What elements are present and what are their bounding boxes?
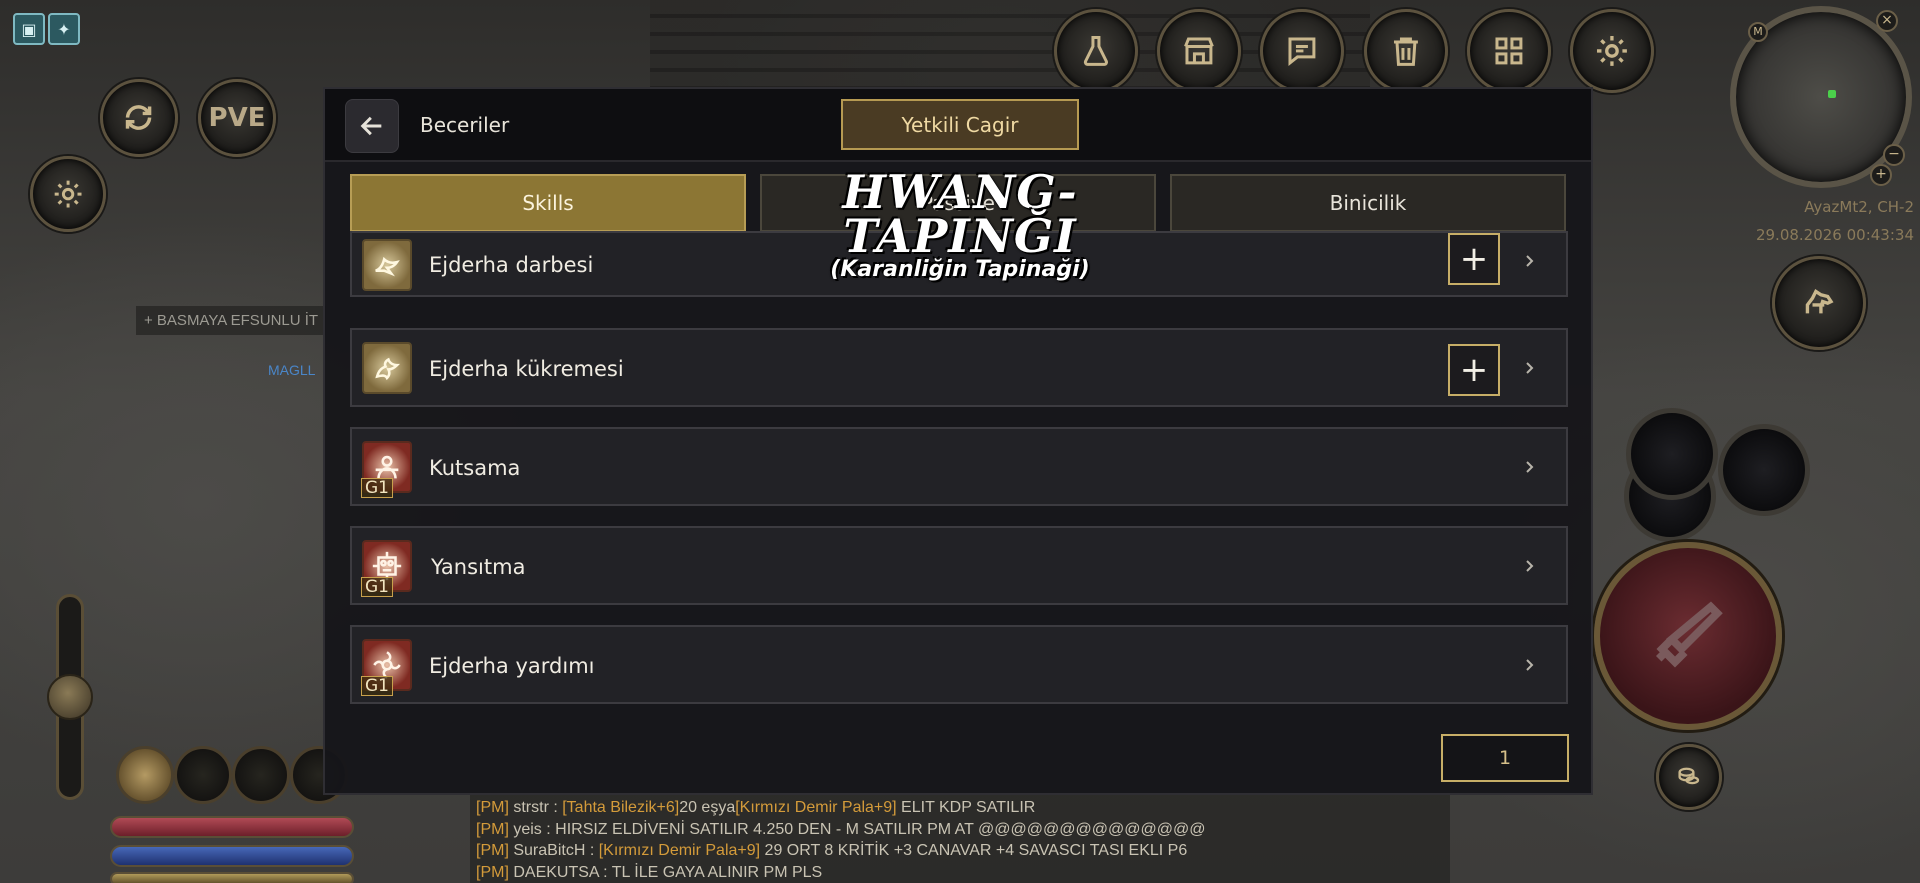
minimap-mode-button[interactable]: M xyxy=(1748,22,1768,42)
skill-upgrade-button[interactable]: + xyxy=(1448,344,1500,396)
skill-name: Ejderha kükremesi xyxy=(429,357,624,381)
tab-skills[interactable]: Skills xyxy=(350,174,746,232)
quick-slot-3[interactable] xyxy=(232,746,290,804)
chat-button[interactable] xyxy=(1260,9,1344,93)
coins-icon xyxy=(1678,767,1700,785)
side-notice-text: + BASMAYA EFSUNLU İT xyxy=(136,306,327,335)
chat-log: [PM] strstr : [Tahta Bilezik+6]20 eşya[K… xyxy=(470,795,1450,883)
quick-slot-2[interactable] xyxy=(174,746,232,804)
trash-button[interactable] xyxy=(1364,9,1448,93)
chevron-right-icon[interactable] xyxy=(1522,455,1538,479)
camera-zoom-slider-knob[interactable] xyxy=(47,674,93,720)
quick-slot-1[interactable] xyxy=(116,746,174,804)
skill-grade-badge: G1 xyxy=(361,577,393,597)
chevron-right-icon[interactable] xyxy=(1522,356,1538,380)
mp-bar xyxy=(110,845,354,867)
character-status-icon[interactable]: ✦ xyxy=(48,13,80,45)
skill-upgrade-button[interactable]: + xyxy=(1448,233,1500,285)
pve-toggle-button[interactable]: PVE xyxy=(198,79,276,157)
arrow-left-icon xyxy=(360,116,382,136)
tab-passive[interactable]: Passive xyxy=(760,174,1156,232)
skill-name: Ejderha yardımı xyxy=(429,654,595,678)
settings-button-left[interactable] xyxy=(30,156,106,232)
player-position-marker xyxy=(1828,90,1836,98)
skill-slot-3[interactable] xyxy=(1718,424,1810,516)
chevron-right-icon[interactable] xyxy=(1522,554,1538,578)
skills-window: Beceriler Yetkili Cagir Skills Passive B… xyxy=(323,87,1593,795)
call-gm-button[interactable]: Yetkili Cagir xyxy=(841,99,1079,150)
skill-row[interactable]: G1 Ejderha yardımı xyxy=(350,625,1568,704)
shop-button[interactable] xyxy=(1157,9,1241,93)
tab-riding[interactable]: Binicilik xyxy=(1170,174,1566,232)
skill-name: Ejderha darbesi xyxy=(429,253,594,277)
dragon-strike-icon xyxy=(362,239,412,291)
chevron-right-icon[interactable] xyxy=(1522,249,1538,273)
sword-icon xyxy=(1655,601,1723,668)
attack-button[interactable] xyxy=(1594,542,1782,730)
refresh-icon xyxy=(126,105,152,131)
skill-name: Yansıtma xyxy=(431,555,526,579)
hp-bar xyxy=(110,816,354,838)
horse-icon xyxy=(1805,288,1834,314)
pve-label: PVE xyxy=(208,103,266,133)
page-number[interactable]: 1 xyxy=(1441,734,1569,782)
settings-button-top[interactable] xyxy=(1570,9,1654,93)
minimap-zoom-out-icon[interactable]: − xyxy=(1883,144,1905,166)
chevron-right-icon[interactable] xyxy=(1522,653,1538,677)
flask-icon xyxy=(1083,36,1109,66)
gear-icon xyxy=(1597,36,1627,66)
dragon-roar-icon xyxy=(362,342,412,394)
grid-icon xyxy=(1495,37,1523,65)
chat-line: [PM] strstr : [Tahta Bilezik+6]20 eşya[K… xyxy=(476,799,1036,816)
potion-button[interactable] xyxy=(1054,9,1138,93)
refresh-button[interactable] xyxy=(100,79,178,157)
server-datetime: 29.08.2026 00:43:34 xyxy=(1755,226,1914,244)
skill-row[interactable]: G1 Kutsama xyxy=(350,427,1568,506)
skill-grade-badge: G1 xyxy=(361,478,393,498)
skill-grade-badge: G1 xyxy=(361,676,393,696)
map-channel-label: AyazMt2, CH-2 xyxy=(1804,198,1914,216)
skill-row[interactable]: Ejderha kükremesi + xyxy=(350,328,1568,407)
chat-line: [PM] yeis : HIRSIZ ELDİVENİ SATILIR 4.25… xyxy=(476,820,1206,838)
chat-line: [PM] DAEKUTSA : TL İLE GAYA ALINIR PM PL… xyxy=(476,863,823,881)
save-disk-icon[interactable]: ▣ xyxy=(13,13,45,45)
gear-icon xyxy=(54,180,82,208)
minimap-zoom-in-icon[interactable]: + xyxy=(1870,164,1892,186)
stamina-bar xyxy=(110,872,354,883)
skill-row[interactable]: Ejderha darbesi + xyxy=(350,231,1568,297)
mount-button[interactable] xyxy=(1772,256,1866,350)
shop-icon xyxy=(1184,37,1214,65)
skill-row[interactable]: G1 Yansıtma xyxy=(350,526,1568,605)
trash-icon xyxy=(1394,37,1418,66)
skills-window-header: Beceriler Yetkili Cagir xyxy=(325,89,1591,162)
skill-name: Kutsama xyxy=(429,456,521,480)
menu-grid-button[interactable] xyxy=(1467,9,1551,93)
chat-line: [PM] SuraBitcH : [Kırmızı Demir Pala+9] … xyxy=(476,842,1188,859)
window-title: Beceriler xyxy=(420,113,510,137)
back-button[interactable] xyxy=(345,99,399,153)
minimap-close-icon[interactable]: × xyxy=(1876,10,1898,32)
skill-slot-2[interactable] xyxy=(1626,408,1718,500)
chat-bubble-icon xyxy=(1288,37,1316,67)
inventory-coins-button[interactable] xyxy=(1656,744,1722,810)
player-name-tag: MAGLL xyxy=(268,362,316,378)
